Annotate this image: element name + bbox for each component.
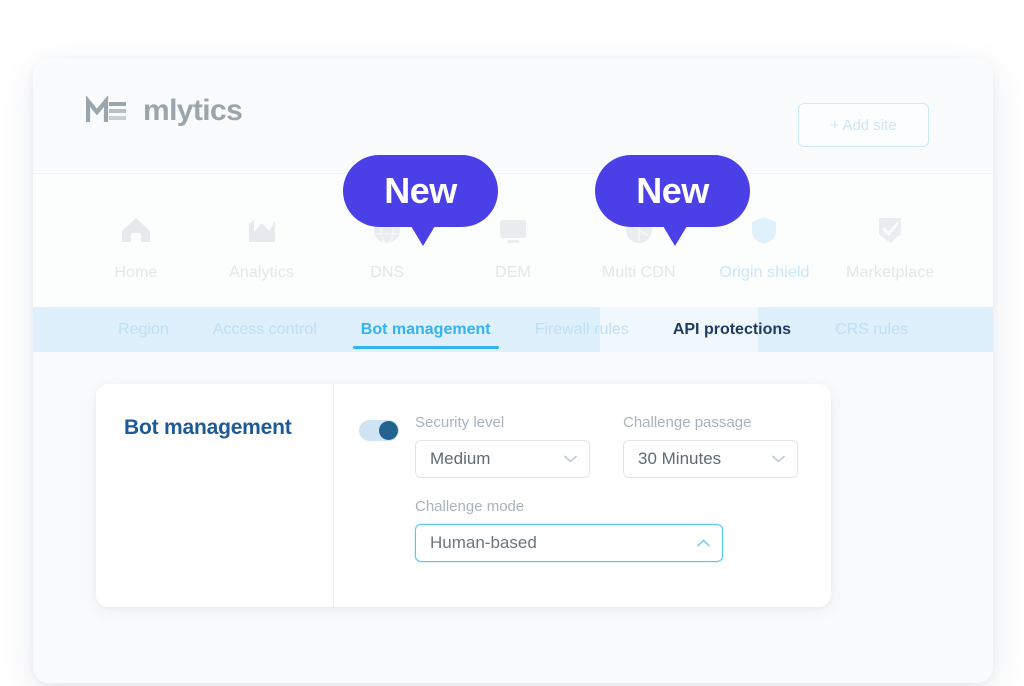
mlytics-logo-icon (86, 96, 130, 126)
home-icon (116, 210, 156, 250)
sub-tab-label: Firewall rules (535, 321, 629, 339)
challenge-mode-field: Challenge mode Human-based (415, 498, 831, 562)
app-body: Bot management Security level Medium (33, 352, 993, 683)
challenge-passage-value: 30 Minutes (638, 449, 772, 469)
security-level-value: Medium (430, 449, 564, 469)
brand[interactable]: mlytics (86, 94, 242, 128)
sub-tab-label: CRS rules (835, 321, 908, 339)
challenge-mode-value: Human-based (430, 533, 697, 553)
sub-tab-label: API protections (673, 321, 791, 339)
nav-item-marketplace[interactable]: Marketplace (827, 194, 953, 282)
screenshot-stage: mlytics + Add site Home Analytics (0, 0, 1024, 686)
challenge-mode-select[interactable]: Human-based (415, 524, 723, 562)
sub-nav: Region Access control Bot management Fir… (33, 307, 993, 352)
new-badge-label: New (595, 155, 750, 227)
sub-tab-label: Access control (213, 321, 317, 339)
security-level-field: Security level Medium (415, 414, 590, 478)
app-header: mlytics + Add site (33, 58, 993, 174)
sub-tab-api-protections[interactable]: API protections (651, 307, 813, 352)
dem-icon (493, 210, 533, 250)
brand-name: mlytics (143, 94, 242, 128)
new-badge-origin-shield[interactable]: New (595, 155, 750, 227)
sub-tab-bot-management[interactable]: Bot management (339, 307, 513, 352)
nav-label-multi-cdn: Multi CDN (602, 264, 676, 282)
panel-right-column: Security level Medium Challenge passage (334, 384, 831, 607)
challenge-mode-label: Challenge mode (415, 498, 831, 515)
main-nav: Home Analytics DNS (33, 174, 993, 307)
new-badge-tail (411, 226, 435, 246)
security-level-select[interactable]: Medium (415, 440, 590, 478)
challenge-passage-field: Challenge passage 30 Minutes (623, 414, 798, 478)
settings-row-primary: Security level Medium Challenge passage (359, 414, 831, 478)
new-badge-dns[interactable]: New (343, 155, 498, 227)
origin-shield-icon (744, 210, 784, 250)
add-site-label: + Add site (830, 117, 896, 134)
nav-label-dem: DEM (495, 264, 531, 282)
analytics-icon (242, 210, 282, 250)
sub-tab-label: Bot management (361, 321, 491, 339)
challenge-passage-select[interactable]: 30 Minutes (623, 440, 798, 478)
panel-left-column: Bot management (96, 384, 334, 607)
sub-tab-crs-rules[interactable]: CRS rules (813, 307, 930, 352)
app-window: mlytics + Add site Home Analytics (33, 58, 993, 683)
bot-management-toggle[interactable] (359, 420, 399, 441)
new-badge-label: New (343, 155, 498, 227)
nav-label-dns: DNS (370, 264, 404, 282)
sub-tab-region[interactable]: Region (96, 307, 191, 352)
marketplace-shield-check-icon (870, 210, 910, 250)
nav-label-home: Home (114, 264, 157, 282)
challenge-passage-label: Challenge passage (623, 414, 798, 431)
nav-label-marketplace: Marketplace (846, 264, 934, 282)
bot-management-panel: Bot management Security level Medium (96, 384, 831, 607)
nav-label-analytics: Analytics (229, 264, 294, 282)
sub-tab-access-control[interactable]: Access control (191, 307, 339, 352)
new-badge-tail (663, 226, 687, 246)
add-site-button[interactable]: + Add site (798, 103, 929, 147)
sub-tab-firewall-rules[interactable]: Firewall rules (513, 307, 651, 352)
sub-tab-label: Region (118, 321, 169, 339)
page-title: Bot management (124, 416, 333, 440)
nav-label-origin-shield: Origin shield (719, 264, 809, 282)
security-level-label: Security level (415, 414, 590, 431)
chevron-down-icon (564, 455, 577, 463)
nav-item-home[interactable]: Home (73, 194, 199, 282)
chevron-down-icon (772, 455, 785, 463)
nav-item-analytics[interactable]: Analytics (199, 194, 325, 282)
chevron-up-icon (697, 539, 710, 547)
toggle-knob (379, 421, 398, 440)
